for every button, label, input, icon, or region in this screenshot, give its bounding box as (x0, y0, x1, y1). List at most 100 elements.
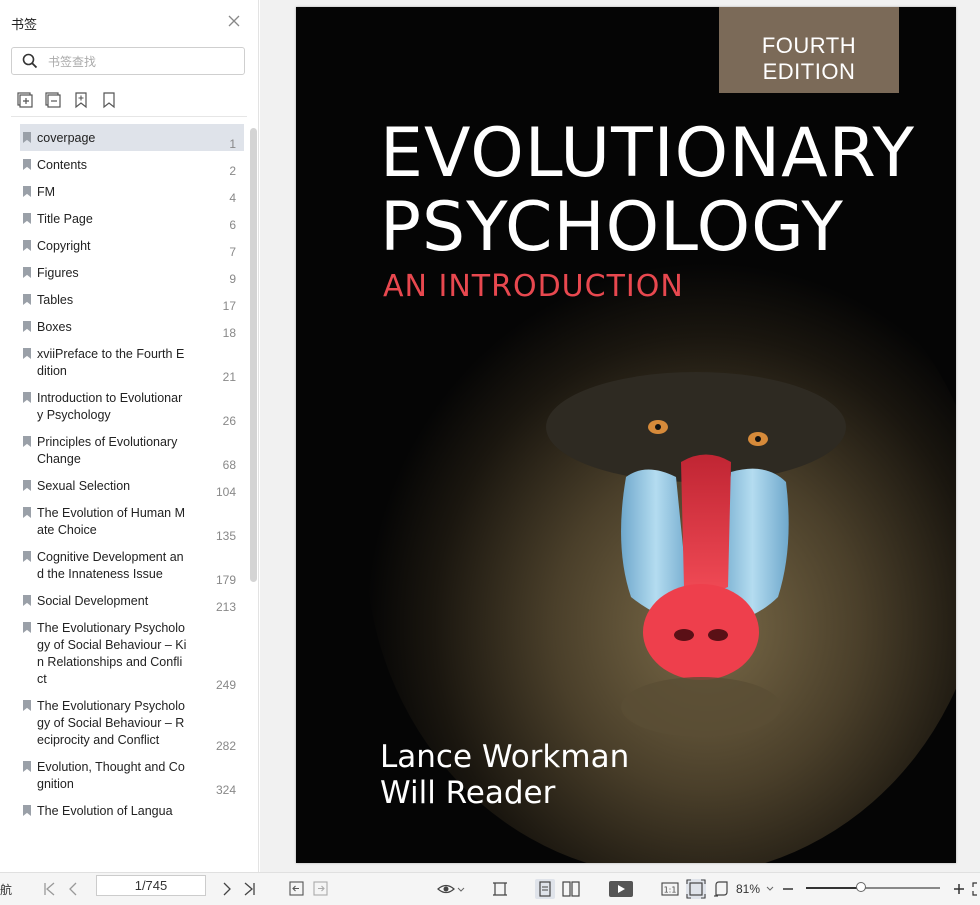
fit-width-icon[interactable] (491, 879, 509, 899)
last-page-icon[interactable] (243, 879, 257, 899)
bookmark-flag-icon (23, 159, 31, 170)
bookmark-flag-icon (23, 480, 31, 491)
bookmark-flag-icon (23, 321, 31, 332)
bookmark-item[interactable]: Figures 9 (20, 259, 244, 286)
next-page-icon[interactable] (220, 879, 234, 899)
single-page-icon[interactable] (535, 879, 555, 899)
collapse-all-icon[interactable] (44, 91, 62, 109)
bookmark-item[interactable]: Boxes 18 (20, 313, 244, 340)
search-icon (22, 53, 38, 69)
eye-protection-icon[interactable] (436, 879, 466, 899)
bookmark-flag-icon (23, 436, 31, 447)
bookmark-panel: 书签 coverpage1Contents2FM4Title Page6Copy… (0, 0, 259, 872)
page-number-input[interactable]: 1/745 (96, 875, 206, 896)
bookmark-item[interactable]: xviiPreface to the Fourth Edition 21 (20, 340, 244, 384)
bookmark-flag-icon (23, 805, 31, 816)
bookmark-label: Tables (37, 293, 74, 307)
bookmark-item[interactable]: The Evolution of Langua (20, 797, 244, 824)
bookmark-item[interactable]: Sexual Selection 104 (20, 472, 244, 499)
bookmark-item[interactable]: The Evolutionary Psychology of Social Be… (20, 692, 244, 753)
bookmark-item[interactable]: Copyright 7 (20, 232, 244, 259)
bookmark-page-number: 249 (215, 678, 236, 692)
bookmark-flag-icon (23, 186, 31, 197)
bookmark-label: Contents (37, 158, 88, 172)
book-title-line1: EVOLUTIONARY (380, 114, 916, 193)
bookmark-label: xviiPreface to the Fourth Edition (37, 347, 185, 378)
close-icon[interactable] (226, 14, 242, 30)
bookmark-page-number: 324 (215, 783, 236, 797)
bookmark-label: The Evolution of Langua (37, 804, 173, 818)
bookmark-page-number: 104 (215, 485, 236, 499)
bookmark-label: Evolution, Thought and Cognition (37, 760, 185, 791)
bookmark-flag-icon (23, 507, 31, 518)
bookmark-page-number: 17 (222, 299, 236, 313)
bookmark-page-number: 6 (229, 218, 236, 232)
bookmark-item[interactable]: The Evolution of Human Mate Choice 135 (20, 499, 244, 543)
bookmark-flag-icon (23, 267, 31, 278)
bookmark-label: Title Page (37, 212, 93, 226)
zoom-level[interactable]: 81% (736, 882, 760, 896)
bookmark-flag-icon (23, 551, 31, 562)
bookmark-label: The Evolutionary Psychology of Social Be… (37, 699, 185, 747)
bookmark-item[interactable]: The Evolutionary Psychology of Social Be… (20, 614, 244, 692)
bookmark-page-number: 282 (215, 739, 236, 753)
sidebar-scrollbar[interactable] (250, 128, 257, 582)
bookmark-item[interactable]: Evolution, Thought and Cognition 324 (20, 753, 244, 797)
book-subtitle: AN INTRODUCTION (383, 269, 684, 304)
add-bookmark-icon[interactable] (72, 91, 90, 109)
bookmark-label: Boxes (37, 320, 72, 334)
bookmark-label: Introduction to Evolutionary Psychology (37, 391, 183, 422)
bookmark-page-number: 213 (215, 600, 236, 614)
rotate-icon[interactable] (712, 879, 732, 899)
zoom-slider-fill (806, 887, 861, 889)
bookmark-search-box[interactable] (11, 47, 245, 75)
bookmark-icon[interactable] (100, 91, 118, 109)
bookmark-label: coverpage (37, 131, 96, 145)
bookmark-item[interactable]: Principles of Evolutionary Change 68 (20, 428, 244, 472)
bookmark-item[interactable]: Title Page 6 (20, 205, 244, 232)
bookmark-flag-icon (23, 294, 31, 305)
bookmark-item[interactable]: Cognitive Development and the Innateness… (20, 543, 244, 587)
fullscreen-icon[interactable] (972, 879, 980, 899)
divider (11, 116, 247, 117)
svg-text:1:1: 1:1 (664, 886, 677, 895)
bookmark-tools (16, 91, 118, 109)
page-number-value: 1/745 (134, 878, 168, 893)
fit-page-icon[interactable] (686, 879, 706, 899)
zoom-in-icon[interactable] (952, 879, 966, 899)
bookmark-page-number: 179 (215, 573, 236, 587)
bookmark-item[interactable]: coverpage 1 (20, 124, 244, 151)
play-icon[interactable] (608, 879, 634, 899)
bookmark-flag-icon (23, 132, 31, 143)
document-viewport[interactable]: FOURTH EDITION EVOLUTIONARY PSYCHOLOGY A… (260, 0, 980, 872)
navigation-label[interactable]: 航 (0, 881, 12, 898)
zoom-dropdown-icon[interactable] (766, 879, 774, 899)
author-name: Will Reader (380, 775, 556, 811)
bookmark-label: Sexual Selection (37, 479, 131, 493)
bookmark-page-number: 7 (229, 245, 236, 259)
bookmark-item[interactable]: FM 4 (20, 178, 244, 205)
forward-icon[interactable] (312, 879, 330, 899)
bookmark-item[interactable]: Social Development 213 (20, 587, 244, 614)
zoom-out-icon[interactable] (781, 879, 795, 899)
expand-all-icon[interactable] (16, 91, 34, 109)
actual-size-icon[interactable]: 1:1 (660, 879, 680, 899)
bookmark-flag-icon (23, 761, 31, 772)
previous-page-icon[interactable] (66, 879, 80, 899)
book-title-line2: PSYCHOLOGY (380, 188, 844, 267)
bookmark-page-number: 68 (222, 458, 236, 472)
bookmark-flag-icon (23, 700, 31, 711)
zoom-slider[interactable] (806, 882, 940, 892)
first-page-icon[interactable] (42, 879, 56, 899)
back-icon[interactable] (288, 879, 306, 899)
bookmark-item[interactable]: Introduction to Evolutionary Psychology 2… (20, 384, 244, 428)
bookmark-search-input[interactable] (46, 52, 240, 72)
zoom-slider-handle[interactable] (855, 882, 866, 892)
edition-badge: FOURTH EDITION (719, 7, 899, 93)
bookmark-item[interactable]: Contents 2 (20, 151, 244, 178)
bookmark-item[interactable]: Tables 17 (20, 286, 244, 313)
bookmark-page-number: 9 (229, 272, 236, 286)
two-page-icon[interactable] (561, 879, 581, 899)
bookmark-label: The Evolution of Human Mate Choice (37, 506, 185, 537)
bookmark-page-number: 135 (215, 529, 236, 543)
